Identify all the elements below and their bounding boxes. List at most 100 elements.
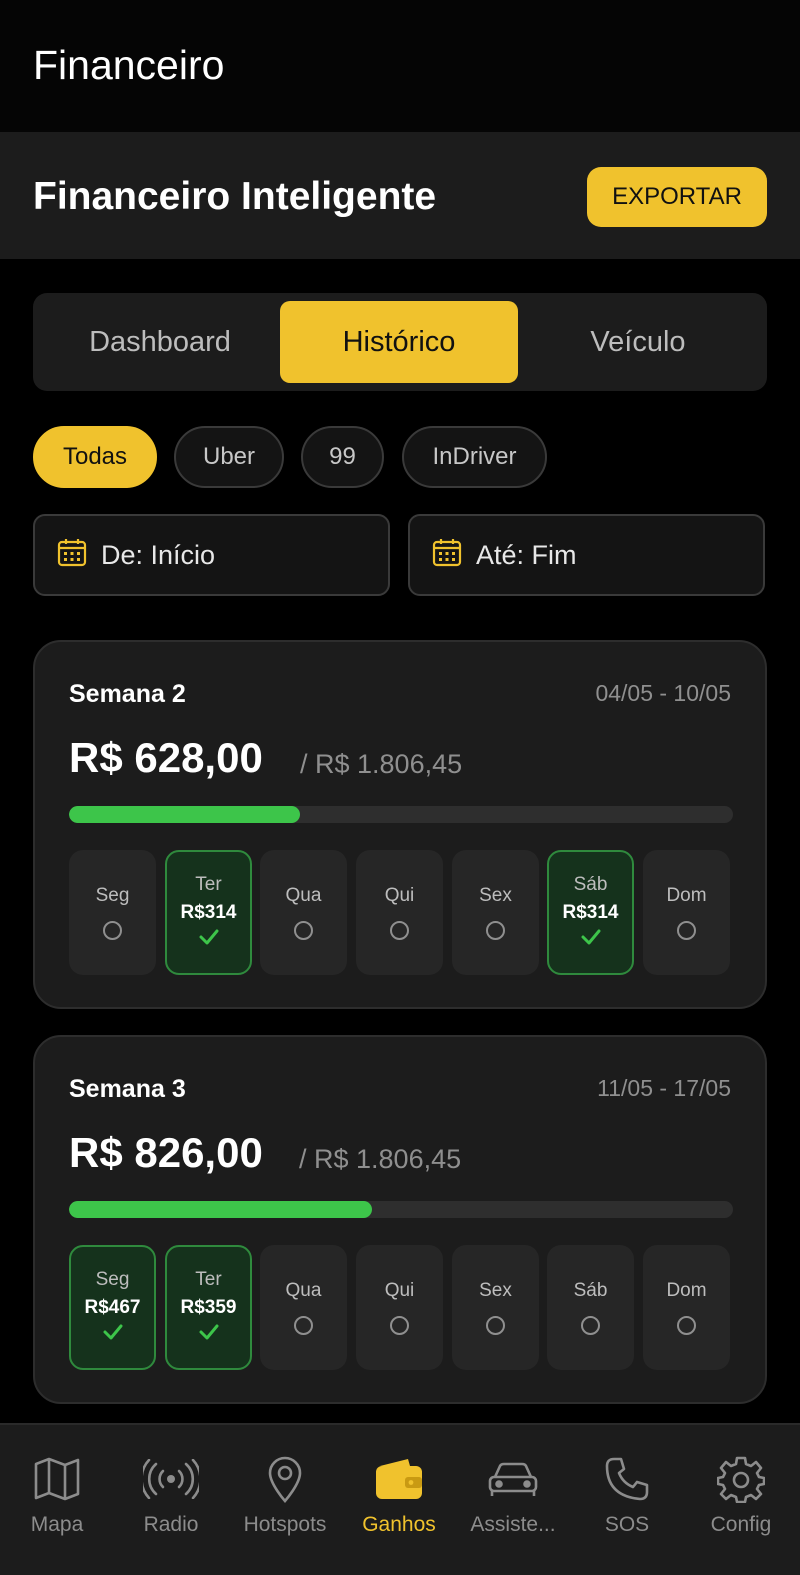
empty-circle-icon bbox=[390, 921, 409, 940]
date-to-label: Até: Fim bbox=[476, 539, 577, 570]
week-card[interactable]: Semana 2 04/05 - 10/05 R$ 628,00 / R$ 1.… bbox=[33, 640, 767, 1009]
day-earnings: R$467 bbox=[84, 1297, 141, 1318]
day-earnings: R$314 bbox=[180, 902, 237, 923]
check-icon bbox=[102, 1323, 124, 1346]
day-label: Sex bbox=[479, 1280, 512, 1301]
empty-circle-icon bbox=[677, 1316, 696, 1335]
day-tile-ter[interactable]: Ter R$359 bbox=[165, 1245, 252, 1370]
day-tile-dom[interactable]: Dom bbox=[643, 850, 730, 975]
export-button[interactable]: EXPORTAR bbox=[587, 167, 767, 227]
day-label: Sex bbox=[479, 885, 512, 906]
week-earned-amount: R$ 826,00 bbox=[69, 1129, 263, 1176]
radio-icon bbox=[143, 1453, 199, 1505]
check-icon bbox=[580, 928, 602, 951]
day-label: Dom bbox=[666, 1280, 707, 1301]
wallet-icon bbox=[374, 1453, 424, 1505]
empty-circle-icon bbox=[486, 1316, 505, 1335]
nav-label: Mapa bbox=[30, 1513, 84, 1536]
day-tile-qui[interactable]: Qui bbox=[356, 1245, 443, 1370]
nav-label: Assiste... bbox=[470, 1513, 556, 1536]
day-tile-qua[interactable]: Qua bbox=[260, 1245, 347, 1370]
calendar-icon bbox=[57, 537, 87, 574]
check-icon bbox=[198, 928, 220, 951]
bottom-navigation: Mapa Radio Hotspots Ganhos Assiste... SO… bbox=[0, 1423, 800, 1575]
day-tile-qua[interactable]: Qua bbox=[260, 850, 347, 975]
page-header: Financeiro Inteligente EXPORTAR bbox=[0, 132, 800, 259]
gear-icon bbox=[717, 1453, 765, 1505]
day-earnings: R$359 bbox=[180, 1297, 237, 1318]
day-label: Seg bbox=[95, 885, 130, 906]
nav-item-sos[interactable]: SOS bbox=[570, 1453, 684, 1548]
day-label: Qui bbox=[384, 885, 415, 906]
week-date-range: 11/05 - 17/05 bbox=[597, 1075, 731, 1101]
day-tile-sáb[interactable]: Sáb bbox=[547, 1245, 634, 1370]
nav-item-hotspots[interactable]: Hotspots bbox=[228, 1453, 342, 1548]
week-earned-amount: R$ 628,00 bbox=[69, 734, 263, 781]
tab-veiculo[interactable]: Veículo bbox=[519, 301, 757, 383]
nav-label: Config bbox=[710, 1513, 772, 1536]
nav-item-assistente[interactable]: Assiste... bbox=[456, 1453, 570, 1548]
day-tile-qui[interactable]: Qui bbox=[356, 850, 443, 975]
week-progress-bar bbox=[69, 1201, 733, 1218]
app-title: Financeiro bbox=[33, 42, 225, 88]
filter-chip-uber[interactable]: Uber bbox=[174, 426, 284, 488]
day-label: Qua bbox=[285, 885, 322, 906]
filter-chip-todas[interactable]: Todas bbox=[33, 426, 157, 488]
nav-label: Radio bbox=[143, 1513, 199, 1536]
empty-circle-icon bbox=[581, 1316, 600, 1335]
calendar-icon bbox=[432, 537, 462, 574]
nav-item-ganhos[interactable]: Ganhos bbox=[342, 1453, 456, 1548]
segmented-tabs: Dashboard Histórico Veículo bbox=[33, 293, 767, 391]
week-progress-bar bbox=[69, 806, 733, 823]
week-name: Semana 3 bbox=[69, 1075, 186, 1103]
day-tile-seg[interactable]: Seg R$467 bbox=[69, 1245, 156, 1370]
date-to-field[interactable]: Até: Fim bbox=[408, 514, 765, 596]
day-tile-sáb[interactable]: Sáb R$314 bbox=[547, 850, 634, 975]
nav-item-radio[interactable]: Radio bbox=[114, 1453, 228, 1548]
day-label: Seg bbox=[95, 1269, 130, 1290]
phone-icon bbox=[604, 1453, 650, 1505]
day-tile-seg[interactable]: Seg bbox=[69, 850, 156, 975]
tab-dashboard[interactable]: Dashboard bbox=[41, 301, 279, 383]
empty-circle-icon bbox=[677, 921, 696, 940]
app-bar: Financeiro bbox=[0, 0, 800, 132]
nav-label: Hotspots bbox=[243, 1513, 327, 1536]
empty-circle-icon bbox=[294, 1316, 313, 1335]
car-icon bbox=[487, 1453, 539, 1505]
day-tile-sex[interactable]: Sex bbox=[452, 850, 539, 975]
week-progress-fill bbox=[69, 1201, 373, 1218]
filter-chip-indriver[interactable]: InDriver bbox=[402, 426, 547, 488]
day-tile-ter[interactable]: Ter R$314 bbox=[165, 850, 252, 975]
week-progress-fill bbox=[69, 806, 301, 823]
nav-item-config[interactable]: Config bbox=[684, 1453, 798, 1548]
day-label: Ter bbox=[195, 874, 222, 895]
page-title: Financeiro Inteligente bbox=[33, 175, 437, 218]
empty-circle-icon bbox=[486, 921, 505, 940]
empty-circle-icon bbox=[103, 921, 122, 940]
map-icon bbox=[33, 1453, 81, 1505]
day-label: Sáb bbox=[573, 874, 608, 895]
empty-circle-icon bbox=[390, 1316, 409, 1335]
tab-historico[interactable]: Histórico bbox=[280, 301, 518, 383]
week-date-range: 04/05 - 10/05 bbox=[595, 680, 731, 706]
date-from-label: De: Início bbox=[101, 539, 216, 570]
nav-item-mapa[interactable]: Mapa bbox=[0, 1453, 114, 1548]
date-from-field[interactable]: De: Início bbox=[33, 514, 390, 596]
location-pin-icon bbox=[266, 1453, 304, 1505]
day-label: Dom bbox=[666, 885, 707, 906]
check-icon bbox=[198, 1323, 220, 1346]
nav-label: Ganhos bbox=[362, 1513, 436, 1536]
day-label: Qua bbox=[285, 1280, 322, 1301]
week-card[interactable]: Semana 3 11/05 - 17/05 R$ 826,00 / R$ 1.… bbox=[33, 1035, 767, 1404]
week-goal-amount: / R$ 1.806,45 bbox=[300, 749, 463, 779]
week-goal-amount: / R$ 1.806,45 bbox=[299, 1144, 462, 1174]
filter-chip-99[interactable]: 99 bbox=[301, 426, 384, 488]
day-label: Sáb bbox=[573, 1280, 608, 1301]
day-label: Qui bbox=[384, 1280, 415, 1301]
day-label: Ter bbox=[195, 1269, 222, 1290]
week-name: Semana 2 bbox=[69, 680, 186, 708]
nav-label: SOS bbox=[604, 1513, 650, 1536]
day-tile-sex[interactable]: Sex bbox=[452, 1245, 539, 1370]
day-earnings: R$314 bbox=[562, 902, 619, 923]
day-tile-dom[interactable]: Dom bbox=[643, 1245, 730, 1370]
